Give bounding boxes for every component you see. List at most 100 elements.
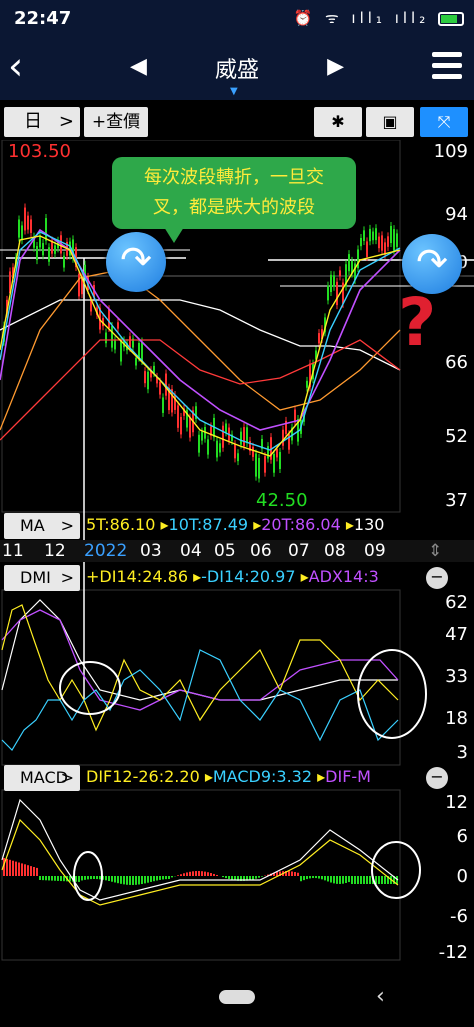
- candle-body: [222, 425, 224, 448]
- dmi-axis-18: 18: [445, 708, 468, 729]
- macd-osc-bar: [378, 876, 380, 884]
- macd-osc-bar: [276, 871, 278, 876]
- layout-toggle-icon[interactable]: ▣: [366, 107, 414, 137]
- fullscreen-icon[interactable]: ⤧: [420, 107, 468, 137]
- candle-body: [39, 235, 41, 248]
- macd-osc-bar: [126, 876, 128, 885]
- macd-osc-bar: [303, 876, 305, 881]
- macd-osc-bar: [18, 862, 20, 876]
- collapse-macd-icon[interactable]: −: [426, 767, 448, 789]
- candle-body: [372, 231, 374, 241]
- candle-body: [159, 381, 161, 395]
- macd-axis-0: 0: [456, 866, 468, 887]
- candle-body: [36, 246, 38, 261]
- panel-resize-handle-icon[interactable]: ⇕: [428, 541, 442, 561]
- candle-body: [264, 456, 266, 473]
- period-day-button[interactable]: 日 >: [4, 107, 80, 137]
- candle-body: [375, 228, 377, 241]
- candle-body: [234, 444, 236, 459]
- macd-osc-bar: [261, 876, 263, 877]
- candle-body: [318, 333, 320, 344]
- macd-values: DIF12-26:2.20 ▸MACD9:3.32 ▸DIF-M: [86, 767, 371, 786]
- dmi-indicator-button[interactable]: DMI: [4, 565, 80, 591]
- macd-osc-bar: [342, 876, 344, 884]
- macd-indicator-bar: MACD DIF12-26:2.20 ▸MACD9:3.32 ▸DIF-M −: [0, 764, 474, 792]
- macd-osc-bar: [225, 876, 227, 879]
- page-title[interactable]: 威盛: [0, 52, 474, 84]
- candle-body: [54, 245, 56, 254]
- candle-body: [111, 325, 113, 348]
- query-price-button[interactable]: +查價: [84, 107, 148, 137]
- candle-body: [276, 449, 278, 458]
- macd-osc-bar: [207, 872, 209, 876]
- next-stock-icon[interactable]: ▶: [327, 54, 344, 79]
- dmi-axis-33: 33: [445, 666, 468, 687]
- candle-body: [333, 275, 335, 287]
- macd-osc-bar: [198, 871, 200, 876]
- system-back-icon[interactable]: ‹: [376, 984, 385, 1009]
- candle-body: [144, 371, 146, 384]
- macd-osc-bar: [129, 876, 131, 885]
- macd-osc-bar: [171, 876, 173, 878]
- macd-histogram: [3, 858, 398, 885]
- macd-osc-bar: [210, 873, 212, 876]
- macd-osc-bar: [150, 876, 152, 882]
- macd-osc-bar: [294, 872, 296, 876]
- settings-gear-icon[interactable]: ✱: [314, 107, 362, 137]
- candle-body: [138, 342, 140, 358]
- candle-body: [390, 225, 392, 244]
- macd-osc-bar: [258, 876, 260, 878]
- macd-indicator-button[interactable]: MACD: [4, 765, 80, 791]
- macd-osc-bar: [255, 876, 257, 879]
- title-dropdown-icon[interactable]: ▼: [230, 86, 238, 97]
- macd-osc-bar: [384, 876, 386, 884]
- candle-body: [330, 274, 332, 293]
- ma-indicator-button[interactable]: MA: [4, 513, 80, 539]
- candle-body: [201, 431, 203, 441]
- candle-body: [117, 322, 119, 329]
- mdi-line: [1, 649, 399, 751]
- macd-osc-bar: [183, 873, 185, 876]
- home-pill-icon[interactable]: [219, 990, 255, 1004]
- macd-osc-bar: [12, 860, 14, 876]
- macd-osc-bar: [39, 876, 41, 880]
- macd-osc-bar: [327, 876, 329, 882]
- candle-body: [363, 230, 365, 241]
- macd-osc-bar: [48, 876, 50, 881]
- macd-osc-bar: [42, 876, 44, 881]
- macd-osc-bar: [132, 876, 134, 885]
- system-nav-bar: ‹: [0, 970, 474, 1027]
- macd-osc-bar: [300, 876, 302, 882]
- macd-osc-bar: [345, 876, 347, 884]
- macd-osc-bar: [6, 858, 8, 876]
- candle-body: [393, 229, 395, 251]
- macd-osc-bar: [252, 876, 254, 880]
- menu-icon[interactable]: [432, 52, 462, 85]
- macd-osc-bar: [195, 871, 197, 876]
- collapse-dmi-icon[interactable]: −: [426, 567, 448, 589]
- ma-values: 5T:86.10 ▸10T:87.49 ▸20T:86.04 ▸130: [86, 515, 385, 534]
- candle-body: [135, 357, 137, 366]
- macd-osc-bar: [288, 871, 290, 876]
- candle-body: [279, 452, 281, 469]
- candle-body: [18, 219, 20, 238]
- nav-bar: ‹ ◀ 威盛 ▼ ▶: [0, 36, 474, 100]
- macd-osc-bar: [30, 866, 32, 876]
- candle-body: [348, 254, 350, 272]
- candle-body: [189, 417, 191, 438]
- macd-osc-bar: [309, 876, 311, 879]
- macd-osc-bar: [27, 865, 29, 876]
- price-axis-37: 37: [445, 490, 468, 511]
- candle-body: [162, 397, 164, 413]
- dmi-axis-47: 47: [445, 624, 468, 645]
- candle-body: [198, 434, 200, 453]
- macd-osc-bar: [78, 876, 80, 882]
- dmi-axis-3: 3: [456, 742, 468, 763]
- macd-osc-bar: [321, 876, 323, 880]
- candle-body: [273, 454, 275, 473]
- chevron-right-icon: >: [58, 111, 74, 132]
- macd-osc-bar: [165, 876, 167, 880]
- candle-body: [42, 243, 44, 256]
- macd-osc-bar: [57, 876, 59, 881]
- time-axis: 11 12 2022 03 04 05 06 07 08 09 ⇕: [0, 540, 474, 562]
